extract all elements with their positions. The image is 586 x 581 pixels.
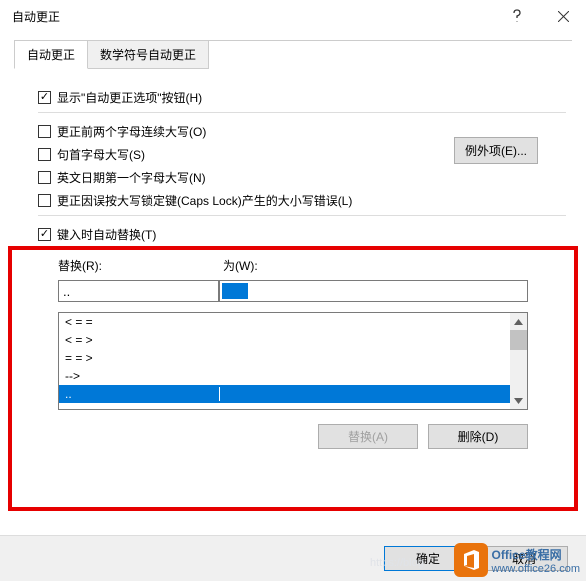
checkbox-show-autocorrect-button[interactable] (38, 91, 51, 104)
label-show-autocorrect-button: 显示"自动更正选项"按钮(H) (57, 89, 202, 106)
list-item[interactable]: .. (59, 385, 510, 403)
autocorrect-list[interactable]: < = =< = >= = >-->.. (58, 312, 528, 410)
scroll-down-button[interactable] (510, 392, 527, 409)
divider (38, 215, 566, 216)
with-input[interactable] (219, 280, 528, 302)
label-sentence-caps: 句首字母大写(S) (57, 146, 145, 163)
scroll-thumb[interactable] (510, 330, 527, 350)
tab-math-autocorrect[interactable]: 数学符号自动更正 (87, 40, 209, 69)
checkbox-replace-on-type[interactable] (38, 228, 51, 241)
label-with: 为(W): (223, 257, 258, 274)
checkbox-eng-date[interactable] (38, 171, 51, 184)
list-item[interactable]: < = = (59, 313, 510, 331)
divider (38, 112, 566, 113)
list-item[interactable]: = = > (59, 349, 510, 367)
list-item[interactable]: < = > (59, 331, 510, 349)
label-two-caps: 更正前两个字母连续大写(O) (57, 123, 206, 140)
label-eng-date: 英文日期第一个字母大写(N) (57, 169, 206, 186)
checkbox-two-caps[interactable] (38, 125, 51, 138)
scrollbar[interactable] (510, 313, 527, 409)
tab-divider (14, 40, 572, 41)
tab-autocorrect[interactable]: 自动更正 (14, 40, 88, 69)
label-capslock: 更正因误按大写锁定键(Caps Lock)产生的大小写错误(L) (57, 192, 352, 209)
cancel-button[interactable]: 取消 (480, 546, 568, 571)
close-button[interactable] (540, 0, 586, 32)
checkbox-sentence-caps[interactable] (38, 148, 51, 161)
checkbox-capslock[interactable] (38, 194, 51, 207)
help-button[interactable] (494, 0, 540, 32)
ok-button[interactable]: 确定 (384, 546, 472, 571)
scroll-up-button[interactable] (510, 313, 527, 330)
replace-button: 替换(A) (318, 424, 418, 449)
scroll-track[interactable] (510, 330, 527, 392)
replace-input[interactable] (58, 280, 219, 302)
list-item[interactable]: --> (59, 367, 510, 385)
label-replace: 替换(R): (58, 257, 223, 274)
with-input-selection (222, 283, 248, 299)
dialog-title: 自动更正 (12, 8, 494, 25)
delete-button[interactable]: 删除(D) (428, 424, 528, 449)
exceptions-button[interactable]: 例外项(E)... (454, 137, 538, 164)
label-replace-on-type: 键入时自动替换(T) (57, 226, 156, 243)
